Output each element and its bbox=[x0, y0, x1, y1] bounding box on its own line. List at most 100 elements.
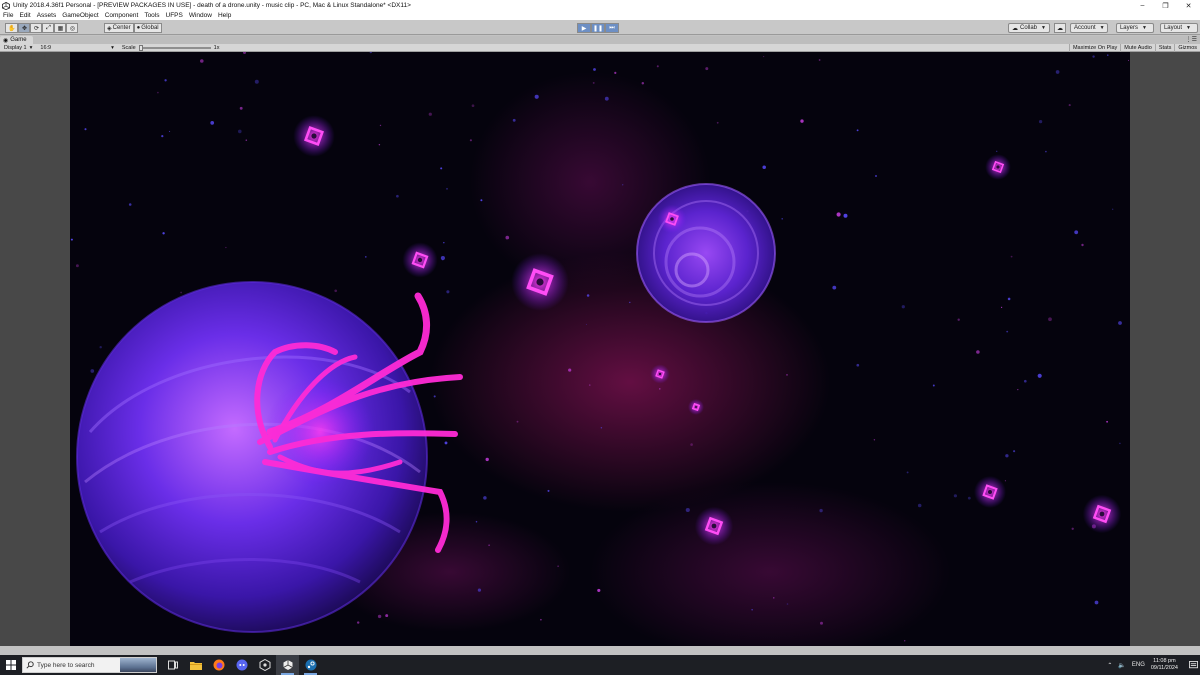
maximize-on-play-toggle[interactable]: Maximize On Play bbox=[1068, 44, 1120, 52]
star bbox=[471, 104, 475, 108]
layers-label: Layers bbox=[1119, 25, 1138, 31]
drone-icon bbox=[402, 242, 438, 278]
collab-dropdown[interactable]: ☁ Collab ▼ bbox=[1008, 23, 1050, 33]
menu-window[interactable]: Window bbox=[189, 12, 212, 19]
taskbar-clock[interactable]: 11:08 pm 09/11/2024 bbox=[1151, 658, 1178, 672]
star bbox=[84, 128, 87, 131]
scale-tool-button[interactable]: ⤢ bbox=[42, 23, 55, 33]
star bbox=[773, 597, 775, 599]
star bbox=[396, 194, 399, 198]
firefox-icon[interactable] bbox=[207, 655, 230, 675]
mute-audio-toggle[interactable]: Mute Audio bbox=[1120, 44, 1155, 52]
aspect-label: 16:9 bbox=[40, 44, 52, 51]
taskbar-search-box[interactable]: Type here to search bbox=[22, 657, 157, 673]
transform-tool-button[interactable]: ◎ bbox=[66, 23, 79, 33]
space-global-button[interactable]: ● Global bbox=[133, 23, 162, 33]
star bbox=[239, 106, 243, 110]
stats-toggle[interactable]: Stats bbox=[1154, 44, 1175, 52]
layout-dropdown[interactable]: Layout ▼ bbox=[1159, 23, 1198, 33]
star bbox=[1010, 255, 1013, 258]
star bbox=[659, 388, 661, 390]
scale-slider[interactable] bbox=[138, 44, 211, 51]
large-planet bbox=[76, 281, 428, 633]
star bbox=[800, 119, 804, 123]
file-explorer-icon[interactable] bbox=[184, 655, 207, 675]
game-viewport[interactable] bbox=[70, 52, 1130, 646]
language-indicator[interactable]: ENG bbox=[1132, 662, 1145, 668]
star bbox=[225, 246, 227, 249]
star bbox=[763, 56, 765, 58]
aspect-dropdown[interactable]: 16:9 ▾ bbox=[40, 45, 113, 51]
notification-icon[interactable] bbox=[1186, 655, 1200, 675]
star bbox=[1017, 388, 1019, 391]
cloud-services-button[interactable]: ☁ bbox=[1053, 23, 1066, 33]
star bbox=[786, 374, 788, 376]
scale-value: 1x bbox=[213, 44, 220, 51]
menu-edit[interactable]: Edit bbox=[19, 12, 30, 19]
tab-game[interactable]: ◉ Game bbox=[0, 36, 33, 44]
play-button[interactable]: ▶ bbox=[577, 23, 591, 33]
star bbox=[210, 121, 215, 125]
star bbox=[600, 427, 603, 429]
pause-button[interactable]: ❚❚ bbox=[591, 23, 605, 33]
rotate-icon: ⟳ bbox=[33, 25, 39, 32]
star bbox=[1006, 330, 1009, 333]
star bbox=[364, 256, 367, 258]
menu-help[interactable]: Help bbox=[218, 12, 231, 19]
star bbox=[716, 121, 719, 124]
game-tab-bar: ◉ Game ⋮☰ bbox=[0, 36, 1200, 44]
star bbox=[1004, 480, 1006, 482]
chevron-up-icon[interactable]: ⌃ bbox=[1107, 662, 1112, 669]
gizmos-dropdown[interactable]: Gizmos bbox=[1174, 44, 1200, 52]
display-dropdown[interactable]: Display 1 ▾ bbox=[4, 45, 32, 51]
cloud-icon: ☁ bbox=[1056, 25, 1063, 32]
star bbox=[128, 203, 132, 206]
rotate-tool-button[interactable]: ⟳ bbox=[30, 23, 43, 33]
step-button[interactable]: ⏭ bbox=[605, 23, 619, 33]
chevron-down-icon: ▼ bbox=[1041, 25, 1046, 31]
pivot-center-button[interactable]: ◈ Center bbox=[104, 23, 134, 33]
step-icon: ⏭ bbox=[609, 24, 615, 31]
start-button[interactable] bbox=[0, 655, 22, 675]
volume-icon[interactable]: 🔈 bbox=[1118, 662, 1125, 669]
clock-date: 09/11/2024 bbox=[1150, 665, 1178, 671]
minimize-icon[interactable]: – bbox=[1131, 0, 1154, 11]
menu-gameobject[interactable]: GameObject bbox=[62, 12, 99, 19]
star bbox=[705, 67, 709, 71]
menu-assets[interactable]: Assets bbox=[37, 12, 57, 19]
move-tool-button[interactable]: ✥ bbox=[18, 23, 31, 33]
unity-logo-icon bbox=[2, 1, 10, 10]
star bbox=[254, 79, 259, 84]
hand-icon: ✋ bbox=[8, 25, 16, 32]
account-dropdown[interactable]: Account ▼ bbox=[1069, 23, 1108, 33]
unity-editor-icon[interactable] bbox=[276, 655, 299, 675]
star bbox=[1068, 104, 1071, 107]
unity-hub-icon[interactable] bbox=[253, 655, 276, 675]
hand-tool-button[interactable]: ✋ bbox=[5, 23, 19, 33]
star bbox=[592, 81, 595, 84]
star bbox=[1023, 379, 1027, 383]
star bbox=[70, 238, 73, 241]
task-view-icon[interactable] bbox=[161, 655, 184, 675]
menu-file[interactable]: File bbox=[3, 12, 13, 19]
scale-slider-knob[interactable] bbox=[138, 44, 143, 51]
rect-tool-button[interactable]: ▦ bbox=[54, 23, 67, 33]
layers-dropdown[interactable]: Layers ▼ bbox=[1115, 23, 1154, 33]
menu-tools[interactable]: Tools bbox=[144, 12, 159, 19]
star bbox=[161, 135, 164, 138]
scale-label: Scale bbox=[121, 44, 136, 51]
close-icon[interactable]: ✕ bbox=[1177, 0, 1200, 11]
restore-icon[interactable]: ❐ bbox=[1154, 0, 1177, 11]
star bbox=[1055, 70, 1060, 74]
menu-ufps[interactable]: UFPS bbox=[166, 12, 183, 19]
star bbox=[1013, 450, 1016, 453]
steam-icon[interactable] bbox=[299, 655, 322, 675]
drone-icon bbox=[657, 204, 687, 234]
star bbox=[512, 118, 516, 122]
menu-component[interactable]: Component bbox=[105, 12, 139, 19]
star bbox=[534, 94, 539, 99]
discord-icon[interactable] bbox=[230, 655, 253, 675]
star bbox=[169, 130, 171, 132]
tab-menu-icon[interactable]: ⋮☰ bbox=[1186, 36, 1197, 43]
window-title: Unity 2018.4.36f1 Personal - [PREVIEW PA… bbox=[13, 2, 411, 9]
